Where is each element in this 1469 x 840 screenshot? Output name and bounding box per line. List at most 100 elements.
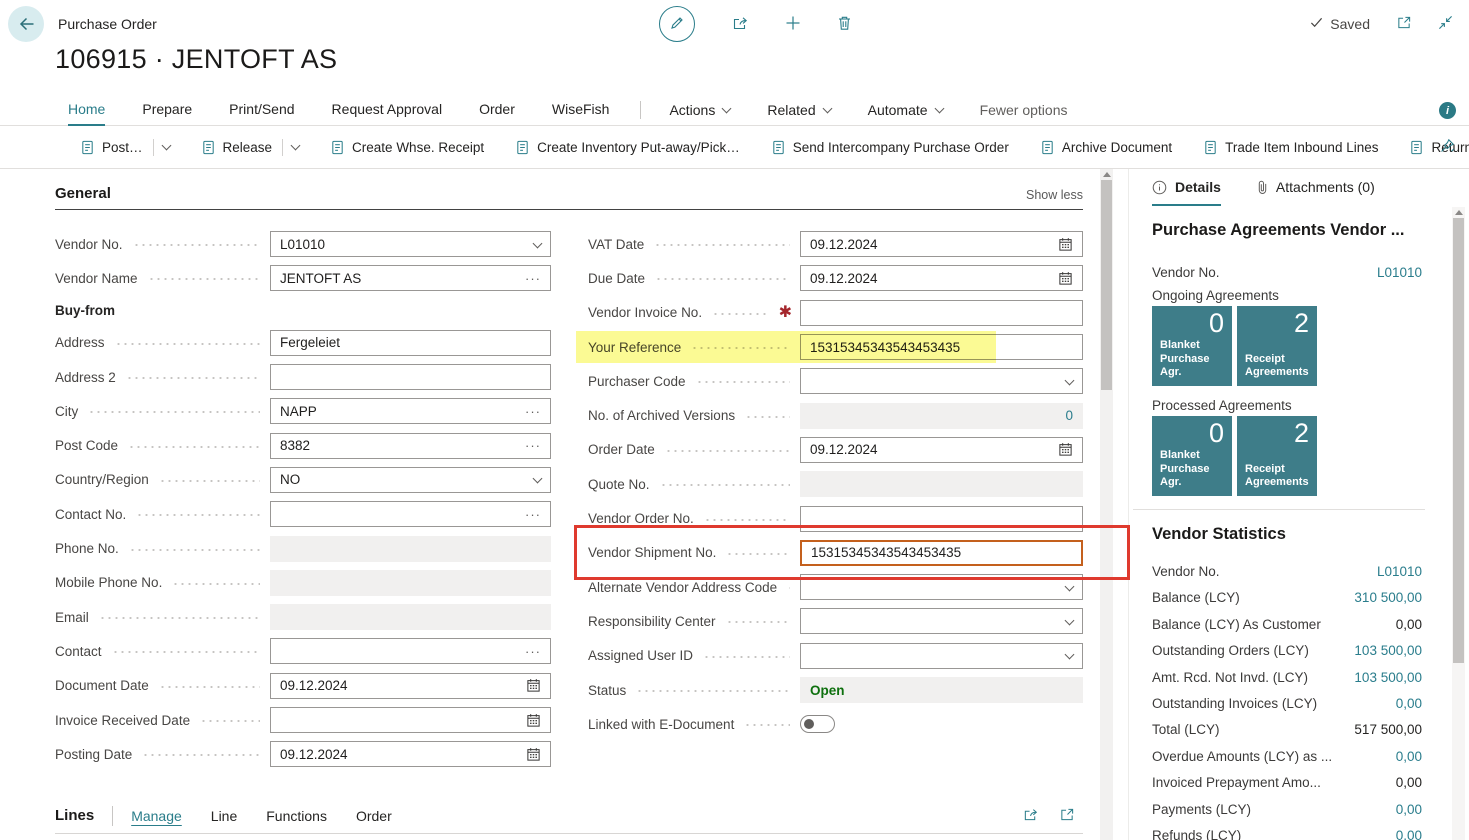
delete-button[interactable] [837,15,852,34]
action-release[interactable]: Release [201,139,300,156]
menu-tab-prepare[interactable]: Prepare [142,95,192,126]
lines-share-button[interactable] [1022,807,1039,825]
tile-ongoing-receipt[interactable]: 2 Receipt Agreements [1237,306,1317,386]
field-input-due-date[interactable]: 09.12.2024 [800,265,1083,291]
lines-menu-manage[interactable]: Manage [131,808,182,824]
tile-ongoing-blanket[interactable]: 0 Blanket Purchase Agr. [1152,306,1232,386]
chevron-down-icon[interactable] [161,141,171,151]
lines-menu-order[interactable]: Order [356,808,392,824]
action-trade-item-inbound-lines[interactable]: Trade Item Inbound Lines [1203,140,1378,155]
calendar-icon[interactable] [1058,271,1073,286]
info-indicator[interactable]: i [1439,102,1456,119]
chevron-down-icon[interactable] [533,238,543,248]
field-input-assigned-user-id[interactable] [800,643,1083,669]
action-create-inventory-put-away-pick[interactable]: Create Inventory Put-away/Pick… [515,140,740,155]
scroll-up-arrow[interactable] [1103,172,1111,177]
stat-value[interactable]: 0,00 [1396,802,1422,817]
menu-dropdown-automate[interactable]: Automate [868,102,943,118]
chevron-down-icon[interactable] [1065,581,1075,591]
agreements-vendor-no-link[interactable]: L01010 [1377,265,1422,280]
stat-value[interactable]: 310 500,00 [1354,590,1422,605]
menu-tab-order[interactable]: Order [479,95,515,126]
field-input-purchaser-code[interactable] [800,368,1083,394]
chevron-down-icon[interactable] [1065,650,1075,660]
menu-tab-request-approval[interactable]: Request Approval [332,95,443,126]
field-input-linked-with-e-document[interactable] [800,711,1083,737]
edit-button[interactable] [659,6,695,42]
field-input-vat-date[interactable]: 09.12.2024 [800,231,1083,257]
back-button[interactable] [8,6,44,42]
menu-dropdown-actions[interactable]: Actions [669,102,730,118]
field-input-alternate-vendor-address-code[interactable] [800,574,1083,600]
main-scrollbar-thumb[interactable] [1101,180,1112,390]
field-input-address[interactable]: Fergeleiet [270,330,551,356]
tile-processed-blanket[interactable]: 0 Blanket Purchase Agr. [1152,416,1232,496]
calendar-icon[interactable] [526,747,541,762]
field-input-vendor-name[interactable]: JENTOFT AS··· [270,265,551,291]
lines-open-in-new-button[interactable] [1059,807,1075,825]
calendar-icon[interactable] [526,678,541,693]
fewer-options-button[interactable]: Fewer options [980,102,1068,118]
scroll-up-arrow[interactable] [1455,210,1463,215]
unpin-button[interactable] [1439,138,1455,157]
collapse-button[interactable] [1438,15,1453,33]
open-in-new-window-button[interactable] [1396,15,1412,33]
stat-value[interactable]: 103 500,00 [1354,670,1422,685]
stat-value[interactable]: L01010 [1377,564,1422,579]
field-input-order-date[interactable]: 09.12.2024 [800,437,1083,463]
menu-tab-print-send[interactable]: Print/Send [229,95,294,126]
lines-menu-line[interactable]: Line [211,808,237,824]
lines-menu-functions[interactable]: Functions [266,808,327,824]
field-input-vendor-invoice-no[interactable] [800,300,1083,326]
field-value[interactable]: 0 [810,408,1073,423]
field-input-no-of-archived-versions[interactable]: 0 [800,403,1083,429]
ellipsis-assist-icon[interactable]: ··· [525,644,541,659]
field-input-country-region[interactable]: NO [270,467,551,493]
main-scrollbar[interactable] [1100,169,1113,840]
show-less-button[interactable]: Show less [1026,188,1083,202]
stat-value[interactable]: 103 500,00 [1354,643,1422,658]
field-input-invoice-received-date[interactable] [270,707,551,733]
field-input-document-date[interactable]: 09.12.2024 [270,673,551,699]
stat-value[interactable]: 0,00 [1396,749,1422,764]
toggle-off-switch[interactable] [800,715,835,733]
action-send-intercompany-purchase-order[interactable]: Send Intercompany Purchase Order [771,140,1009,155]
stat-value[interactable]: 0,00 [1396,696,1422,711]
chevron-down-icon[interactable] [1065,615,1075,625]
tab-attachments[interactable]: Attachments (0) [1257,179,1375,204]
field-input-contact[interactable]: ··· [270,638,551,664]
action-create-whse-receipt[interactable]: Create Whse. Receipt [330,140,484,155]
field-input-responsibility-center[interactable] [800,608,1083,634]
ellipsis-assist-icon[interactable]: ··· [525,404,541,419]
calendar-icon[interactable] [1058,442,1073,457]
ellipsis-assist-icon[interactable]: ··· [525,438,541,453]
field-input-vendor-shipment-no[interactable]: 15315345343543453435 [800,540,1083,566]
field-input-posting-date[interactable]: 09.12.2024 [270,741,551,767]
field-input-contact-no[interactable]: ··· [270,501,551,527]
chevron-down-icon[interactable] [291,141,301,151]
stat-value[interactable]: 0,00 [1396,828,1422,840]
calendar-icon[interactable] [526,713,541,728]
factbox-scrollbar[interactable] [1452,207,1465,840]
field-input-address-2[interactable] [270,364,551,390]
field-input-your-reference[interactable]: 15315345343543453435 [800,334,1083,360]
share-button[interactable] [731,15,749,34]
action-post[interactable]: Post… [80,139,170,156]
new-button[interactable] [785,15,801,34]
field-input-city[interactable]: NAPP··· [270,398,551,424]
action-archive-document[interactable]: Archive Document [1040,140,1172,155]
chevron-down-icon[interactable] [533,474,543,484]
chevron-down-icon[interactable] [1065,375,1075,385]
factbox-scrollbar-thumb[interactable] [1453,218,1464,663]
ellipsis-assist-icon[interactable]: ··· [525,271,541,286]
field-input-post-code[interactable]: 8382··· [270,433,551,459]
field-input-vendor-no[interactable]: L01010 [270,231,551,257]
tab-details[interactable]: Details [1152,179,1221,206]
calendar-icon[interactable] [1058,237,1073,252]
menu-tab-wisefish[interactable]: WiseFish [552,95,610,126]
ellipsis-assist-icon[interactable]: ··· [525,507,541,522]
field-input-vendor-order-no[interactable] [800,506,1083,532]
menu-dropdown-related[interactable]: Related [767,102,830,118]
tile-processed-receipt[interactable]: 2 Receipt Agreements [1237,416,1317,496]
menu-tab-home[interactable]: Home [68,95,105,126]
